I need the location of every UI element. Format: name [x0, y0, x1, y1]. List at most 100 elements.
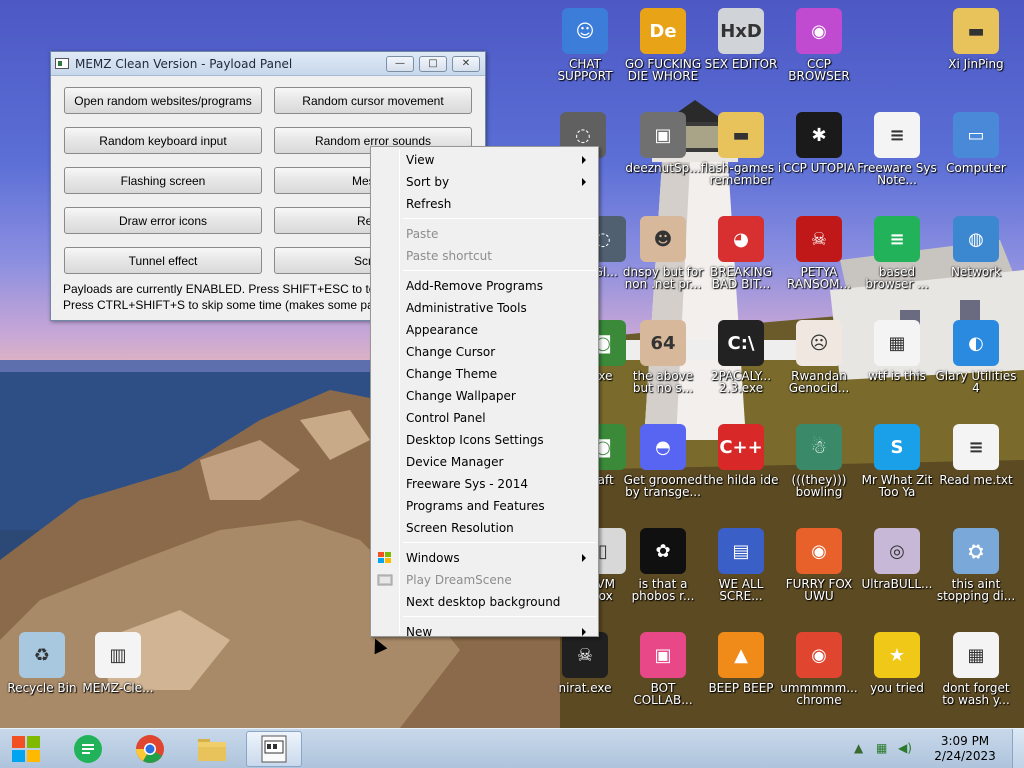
- desktop-icon[interactable]: HxD SEX EDITOR: [699, 4, 783, 100]
- desktop-icon[interactable]: ◉ CCP BROWSER: [777, 4, 861, 100]
- context-menu-item-refresh[interactable]: Refresh: [373, 193, 596, 215]
- desktop-icon[interactable]: ☃ (((they))) bowling: [777, 420, 861, 516]
- desktop-icon[interactable]: ⛭ this aint stopping di...: [934, 524, 1018, 620]
- desktop-icon[interactable]: ≡ based browser ...: [855, 212, 939, 308]
- desktop-icon[interactable]: ☠ PETYA RANSOM...: [777, 212, 861, 308]
- desktop-icon[interactable]: S Mr What Zit Too Ya: [855, 420, 939, 516]
- desktop-icon[interactable]: ≡ Read me.txt: [934, 420, 1018, 516]
- payload-button-tunnel-effect[interactable]: Tunnel effect: [64, 247, 262, 274]
- desktop-icon[interactable]: ♻ Recycle Bin: [0, 628, 84, 724]
- context-menu-item-windows[interactable]: Windows: [373, 547, 596, 569]
- desktop-icon-label: based browser ...: [865, 265, 929, 291]
- payload-button-draw-error-icons[interactable]: Draw error icons: [64, 207, 262, 234]
- show-desktop-button[interactable]: [1012, 729, 1024, 768]
- desktop-icon[interactable]: ☻ dnspy but for non .net pr...: [621, 212, 705, 308]
- desktop-icon[interactable]: 64 the above but no s...: [621, 316, 705, 412]
- context-menu-item-screen-resolution[interactable]: Screen Resolution: [373, 517, 596, 539]
- desktop-icon[interactable]: ▬ Xi JinPing: [934, 4, 1018, 100]
- desktop-icon[interactable]: ◍ Network: [934, 212, 1018, 308]
- context-menu-item-freeware-sys-2014[interactable]: Freeware Sys - 2014: [373, 473, 596, 495]
- folder-icon: [198, 739, 226, 761]
- menu-item-label: Freeware Sys - 2014: [406, 477, 528, 491]
- context-menu-item-new[interactable]: New: [373, 621, 596, 643]
- context-menu-item-change-cursor[interactable]: Change Cursor: [373, 341, 596, 363]
- desktop-icon[interactable]: ◉ FURRY FOX UWU: [777, 524, 861, 620]
- close-button[interactable]: ✕: [452, 55, 480, 72]
- taskbar-file-explorer[interactable]: [184, 731, 240, 767]
- desktop-icon[interactable]: ▤ WE ALL SCRE...: [699, 524, 783, 620]
- desktop-icon-label: Read me.txt: [939, 473, 1013, 487]
- desktop-icon[interactable]: ✿ is that a phobos r...: [621, 524, 705, 620]
- pink-monitor-icon: ▣: [640, 632, 686, 678]
- menu-separator: [403, 218, 596, 219]
- payload-button-cursor-movement[interactable]: Random cursor movement: [274, 87, 472, 114]
- taskbar-clock[interactable]: 3:09 PM 2/24/2023: [928, 734, 1002, 764]
- desktop-icon[interactable]: ◎ UltraBULL...: [855, 524, 939, 620]
- desktop-icon[interactable]: ★ you tried: [855, 628, 939, 724]
- context-menu-item-next-desktop-background[interactable]: Next desktop background: [373, 591, 596, 613]
- minimize-button[interactable]: —: [386, 55, 414, 72]
- clock-date: 2/24/2023: [934, 749, 996, 763]
- desktop-icon[interactable]: ▣ BOT COLLAB...: [621, 628, 705, 724]
- context-menu-item-control-panel[interactable]: Control Panel: [373, 407, 596, 429]
- desktop-icon[interactable]: De GO FUCKING DIE WHORE: [621, 4, 705, 100]
- desktop-icon-label: WE ALL SCRE...: [718, 577, 764, 603]
- desktop-icon[interactable]: ☺ CHAT SUPPORT: [543, 4, 627, 100]
- windows-flag-icon: [377, 550, 393, 566]
- context-menu-item-device-manager[interactable]: Device Manager: [373, 451, 596, 473]
- context-menu-item-programs-and-features[interactable]: Programs and Features: [373, 495, 596, 517]
- desktop-icon-label: is that a phobos r...: [631, 577, 695, 603]
- dreamscene-icon: [377, 572, 393, 588]
- de-app-icon: De: [640, 8, 686, 54]
- submenu-arrow-icon: [582, 554, 586, 562]
- context-menu-item-change-theme[interactable]: Change Theme: [373, 363, 596, 385]
- hxd-editor-icon: HxD: [718, 8, 764, 54]
- devcpp-icon: C++: [718, 424, 764, 470]
- payload-button-flashing-screen[interactable]: Flashing screen: [64, 167, 262, 194]
- context-menu-item-sort-by[interactable]: Sort by: [373, 171, 596, 193]
- desktop-icon[interactable]: ▣ deeznutSp...: [621, 108, 705, 204]
- desktop-icon[interactable]: ◓ Get groomed by transge...: [621, 420, 705, 516]
- payload-button-keyboard-input[interactable]: Random keyboard input: [64, 127, 262, 154]
- taskbar-green-chat-app[interactable]: [60, 731, 116, 767]
- desktop-icon[interactable]: ☹ Rwandan Genocid...: [777, 316, 861, 412]
- maximize-button[interactable]: □: [419, 55, 447, 72]
- context-menu-item-desktop-icons-settings[interactable]: Desktop Icons Settings: [373, 429, 596, 451]
- desktop-icon-label: SEX EDITOR: [704, 57, 778, 71]
- desktop-icon[interactable]: ▦ dont forget to wash y...: [934, 628, 1018, 724]
- santa-icon: ☃: [796, 424, 842, 470]
- payload-button-open-websites[interactable]: Open random websites/programs: [64, 87, 262, 114]
- volume-icon[interactable]: ◀): [898, 741, 912, 755]
- show-hidden-icons-button[interactable]: ▲: [854, 741, 863, 755]
- start-button[interactable]: [0, 731, 52, 767]
- desktop-icon[interactable]: ≡ Freeware Sys Note...: [855, 108, 939, 204]
- desktop-icon[interactable]: C++ the hilda ide: [699, 420, 783, 516]
- desktop-icon[interactable]: ✱ CCP UTOPIA: [777, 108, 861, 204]
- menu-item-label: Administrative Tools: [406, 301, 527, 315]
- context-menu-item-add-remove-programs[interactable]: Add-Remove Programs: [373, 275, 596, 297]
- menu-item-label: Windows: [406, 551, 460, 565]
- taskbar-memz-window[interactable]: [246, 731, 302, 767]
- desktop-icon[interactable]: ◐ Glary Utilities 4: [934, 316, 1018, 412]
- desktop-icon[interactable]: ▲ BEEP BEEP: [699, 628, 783, 724]
- network-status-icon[interactable]: ▦: [876, 741, 887, 755]
- desktop-icon[interactable]: ▦ wtf is this: [855, 316, 939, 412]
- desktop-icon[interactable]: ◕ BREAKING BAD BIT...: [699, 212, 783, 308]
- desktop-icon[interactable]: ▥ MEMZ-Cle...: [76, 628, 160, 724]
- menu-item-label: Paste: [406, 227, 439, 241]
- desktop-icon[interactable]: C:\ 2PACALY... 2.3.exe: [699, 316, 783, 412]
- discord-icon: ◓: [640, 424, 686, 470]
- computer-icon: ▭: [953, 112, 999, 158]
- desktop-icon[interactable]: ▭ Computer: [934, 108, 1018, 204]
- window-titlebar[interactable]: MEMZ Clean Version - Payload Panel — □ ✕: [51, 52, 485, 76]
- desktop-icon[interactable]: ▬ flash-games i remember: [699, 108, 783, 204]
- desktop-context-menu[interactable]: View Sort by Refresh Paste Paste shortcut Add…: [370, 146, 599, 639]
- context-menu-item-administrative-tools[interactable]: Administrative Tools: [373, 297, 596, 319]
- glary-icon: ◐: [953, 320, 999, 366]
- context-menu-item-appearance[interactable]: Appearance: [373, 319, 596, 341]
- desktop-icon[interactable]: ◉ ummmmm... chrome: [777, 628, 861, 724]
- context-menu-item-view[interactable]: View: [373, 149, 596, 171]
- taskbar-chrome[interactable]: [122, 731, 178, 767]
- taskbar: ▲ ▦ ◀) 3:09 PM 2/24/2023: [0, 728, 1024, 768]
- context-menu-item-change-wallpaper[interactable]: Change Wallpaper: [373, 385, 596, 407]
